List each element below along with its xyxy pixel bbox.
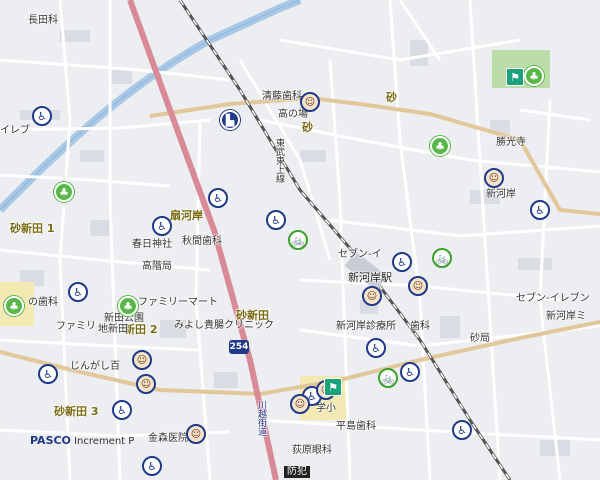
poi-label-akiyama-shika: 秋間歯科	[182, 236, 222, 247]
station-label-shinkawagishi: 新河岸駅	[348, 271, 392, 284]
map-view[interactable]: 砂新田 1 新田 2 砂新田 3 扇河岸 砂新田 砂 砂 新河岸駅 東武東上線 …	[0, 0, 600, 480]
route-254-shield: 254	[229, 340, 249, 354]
wheelchair-access-icon[interactable]: ♿	[366, 338, 386, 358]
poi-label-shinkawagishi-mirror: 新河岸ミ	[546, 311, 586, 322]
poi-label-family-mart-2: ファミリ	[56, 321, 96, 332]
area-label-sunashinden-1: 砂新田 1	[10, 222, 55, 235]
area-label-shinkawagishi: 新河岸	[486, 189, 516, 200]
bicycle-parking-icon[interactable]: 🚲	[432, 248, 452, 268]
wheelchair-access-icon[interactable]: ♿	[392, 252, 412, 272]
poi-label-kanamori-iin: 金森医院	[148, 433, 188, 444]
sports-field-icon[interactable]: ⚑	[324, 378, 342, 396]
wheelchair-access-icon[interactable]: ♿	[530, 200, 550, 220]
area-label-sunashinden-3: 砂新田 3	[54, 405, 99, 418]
poi-label-seven-eleven-mid: セブン-イレブン	[516, 293, 590, 304]
wheelchair-access-icon[interactable]: ♿	[112, 400, 132, 420]
poi-label-seven-eleven-station: セブン-イ	[338, 249, 382, 260]
face-avatar-icon[interactable]: ☺	[300, 92, 320, 112]
area-label-suna-a: 砂	[386, 91, 397, 104]
face-avatar-icon[interactable]: ☺	[132, 350, 152, 370]
bicycle-parking-icon[interactable]: 🚲	[288, 230, 308, 250]
face-avatar-icon[interactable]: ☺	[186, 424, 206, 444]
wheelchair-access-icon[interactable]: ♿	[208, 188, 228, 208]
road-label-kawagoe-kaido: 川越街道	[256, 400, 266, 436]
poi-label-sho-place: 高の場	[278, 109, 308, 120]
attribution-pasco: PASCO	[30, 434, 71, 447]
park-tree-icon[interactable]: ♣	[4, 296, 24, 316]
poi-label-nagahara: 長田科	[28, 15, 58, 26]
park-tree-icon[interactable]: ♣	[54, 182, 74, 202]
poi-label-shinkawagishi-dental: 歯科	[410, 321, 430, 332]
face-avatar-icon[interactable]: ☺	[290, 394, 310, 414]
face-avatar-icon[interactable]: ☺	[136, 374, 156, 394]
poi-label-shinkawagishi-clinic: 新河岸診療所	[336, 321, 396, 332]
poi-label-seven-eleven-top: イレブ	[0, 125, 30, 136]
wheelchair-access-icon[interactable]: ♿	[142, 456, 162, 476]
bicycle-parking-icon[interactable]: 🚲	[378, 368, 398, 388]
wheelchair-access-icon[interactable]: ♿	[452, 420, 472, 440]
face-avatar-icon[interactable]: ☺	[362, 286, 382, 306]
area-label-sunashinden-2: 新田 2	[124, 323, 158, 336]
park-tree-icon[interactable]: ♣	[118, 296, 138, 316]
poi-label-family-mart-1: ファミリーマート	[138, 297, 218, 308]
poi-label-shoukouji: 勝光寺	[496, 137, 526, 148]
poi-label-sho-clinic: 清藤歯科	[262, 91, 302, 102]
poi-label-hirashima-shika: 平島歯科	[336, 421, 376, 432]
map-attribution: PASCO Increment P	[30, 434, 134, 447]
attribution-increment-p: Increment P	[74, 436, 135, 447]
area-label-ougigashi: 扇河岸	[170, 209, 203, 222]
poi-label-sunagaya: 砂局	[470, 333, 490, 344]
poi-label-kasuga-jinja: 春日神社	[132, 239, 172, 250]
area-label-suna-b: 砂	[302, 121, 313, 134]
poi-label-kou-shou: 学小	[316, 403, 336, 414]
wheelchair-access-icon[interactable]: ♿	[266, 210, 286, 230]
poi-label-higashi-kyu: じんがし百	[70, 361, 120, 372]
wheelchair-access-icon[interactable]: ♿	[400, 362, 420, 382]
face-avatar-icon[interactable]: ☺	[408, 276, 428, 296]
poi-label-kaigaku: の歯科	[28, 297, 58, 308]
wheelchair-access-icon[interactable]: ♿	[38, 364, 58, 384]
wheelchair-access-icon[interactable]: ♿	[32, 106, 52, 126]
factory-icon[interactable]: ▙	[220, 110, 240, 130]
poi-label-chishin: 地新田	[98, 324, 128, 335]
face-avatar-icon[interactable]: ☺	[484, 168, 504, 188]
park-tree-icon[interactable]: ♣	[430, 136, 450, 156]
wheelchair-access-icon[interactable]: ♿	[68, 282, 88, 302]
park-tree-icon[interactable]: ♣	[524, 66, 544, 86]
rail-line-label: 東武東上線	[274, 138, 284, 183]
poi-label-kouban: 防犯	[284, 466, 310, 478]
poi-label-takashina-kyoku: 高階局	[142, 261, 172, 272]
sports-field-icon[interactable]: ⚑	[506, 68, 524, 86]
poi-label-miyoshi-clinic: みよし貴腸クリニック	[174, 320, 274, 331]
poi-label-ogiwara-ganka: 荻原眼科	[292, 445, 332, 456]
wheelchair-access-icon[interactable]: ♿	[152, 216, 172, 236]
